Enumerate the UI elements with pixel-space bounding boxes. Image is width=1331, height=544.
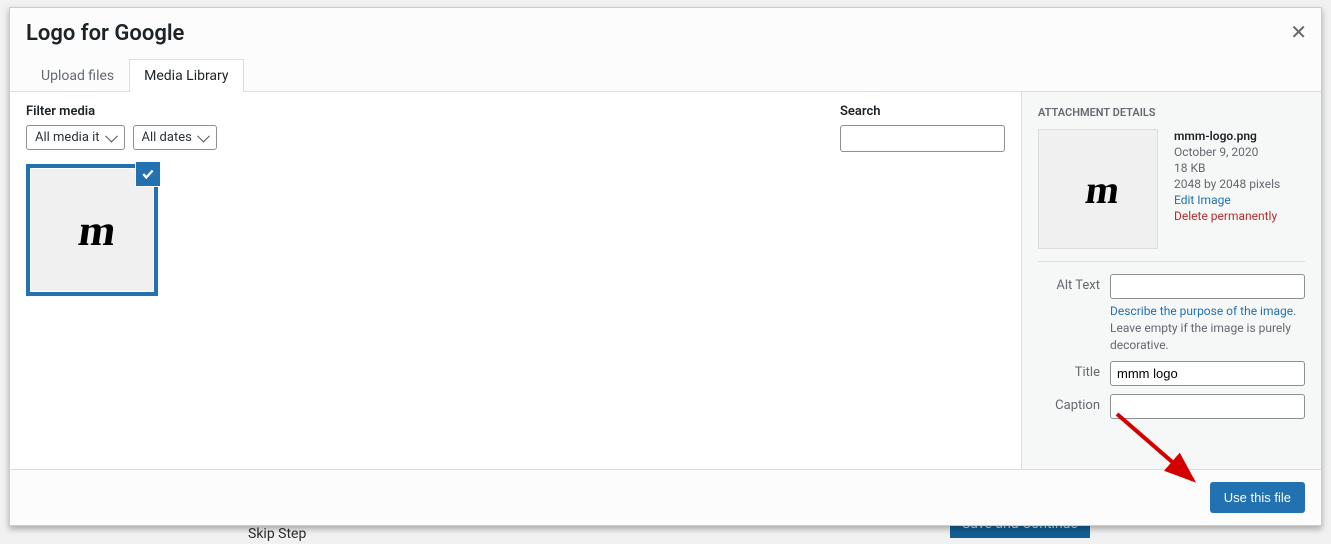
check-icon[interactable] xyxy=(136,162,160,186)
alt-text-label: Alt Text xyxy=(1038,274,1110,293)
tab-upload-files[interactable]: Upload files xyxy=(26,59,129,92)
title-input[interactable] xyxy=(1110,361,1305,386)
filter-date-select[interactable]: All dates xyxy=(133,125,217,150)
caption-label: Caption xyxy=(1038,394,1110,413)
edit-image-link[interactable]: Edit Image xyxy=(1174,193,1280,207)
detail-filename: mmm-logo.png xyxy=(1174,129,1280,143)
media-main: Filter media All media it All dates Sear… xyxy=(10,92,1021,469)
tab-media-library[interactable]: Media Library xyxy=(129,59,243,92)
skip-step-button: Skip Step xyxy=(248,526,306,542)
alt-text-input[interactable] xyxy=(1110,274,1305,299)
media-thumbnail-selected[interactable]: m xyxy=(26,164,158,296)
detail-size: 18 KB xyxy=(1174,161,1280,175)
search-input[interactable] xyxy=(840,125,1005,152)
use-this-file-button[interactable]: Use this file xyxy=(1210,482,1305,513)
tab-bar: Upload files Media Library xyxy=(10,48,1321,92)
filter-label: Filter media xyxy=(26,104,217,119)
describe-image-link[interactable]: Describe the purpose of the image xyxy=(1110,304,1293,318)
mmm-logo-icon: m xyxy=(1083,166,1113,213)
attachment-sidebar: ATTACHMENT DETAILS m mmm-logo.png Octobe… xyxy=(1021,92,1321,469)
detail-date: October 9, 2020 xyxy=(1174,145,1280,159)
alt-text-help: Describe the purpose of the image. Leave… xyxy=(1110,303,1305,353)
modal-footer: Use this file xyxy=(10,469,1321,525)
attachment-details-heading: ATTACHMENT DETAILS xyxy=(1038,106,1305,119)
detail-thumbnail: m xyxy=(1038,129,1158,249)
media-modal: Logo for Google ✕ Upload files Media Lib… xyxy=(9,7,1322,526)
filter-group: Filter media All media it All dates xyxy=(26,104,217,150)
modal-header: Logo for Google ✕ xyxy=(10,8,1321,48)
modal-body: Filter media All media it All dates Sear… xyxy=(10,92,1321,469)
detail-meta: mmm-logo.png October 9, 2020 18 KB 2048 … xyxy=(1174,129,1280,249)
caption-input[interactable] xyxy=(1110,394,1305,419)
thumbnail-grid: m xyxy=(10,164,1021,469)
modal-title: Logo for Google xyxy=(26,20,1305,48)
close-icon[interactable]: ✕ xyxy=(1290,20,1307,45)
detail-dimensions: 2048 by 2048 pixels xyxy=(1174,177,1280,191)
mmm-logo-icon: m xyxy=(75,205,109,256)
filter-type-select[interactable]: All media it xyxy=(26,125,125,150)
title-label: Title xyxy=(1038,361,1110,380)
search-label: Search xyxy=(840,104,1005,119)
media-toolbar: Filter media All media it All dates Sear… xyxy=(10,92,1021,164)
search-group: Search xyxy=(840,104,1005,152)
delete-permanently-link[interactable]: Delete permanently xyxy=(1174,209,1280,223)
